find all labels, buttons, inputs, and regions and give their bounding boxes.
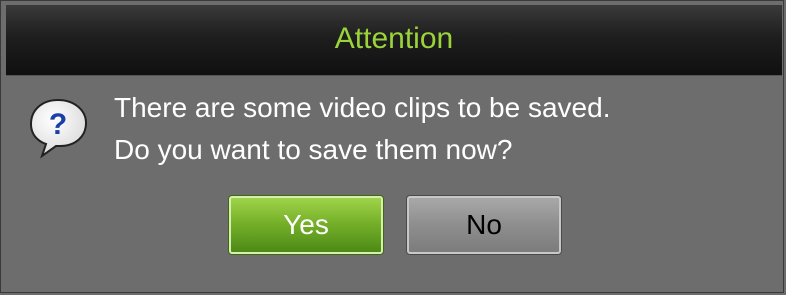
attention-dialog: Attention ? There are some video clips t…	[0, 0, 784, 293]
dialog-title: Attention	[334, 22, 454, 55]
yes-button[interactable]: Yes	[229, 196, 383, 254]
message-line-1: There are some video clips to be saved.	[114, 92, 611, 123]
no-button-label: No	[466, 209, 502, 240]
no-button[interactable]: No	[407, 196, 561, 254]
yes-button-label: Yes	[283, 209, 329, 240]
question-icon: ?	[28, 96, 92, 160]
dialog-message: There are some video clips to be saved. …	[114, 87, 610, 171]
dialog-titlebar: Attention	[6, 5, 782, 76]
message-line-2: Do you want to save them now?	[114, 134, 513, 165]
svg-text:?: ?	[49, 108, 67, 141]
